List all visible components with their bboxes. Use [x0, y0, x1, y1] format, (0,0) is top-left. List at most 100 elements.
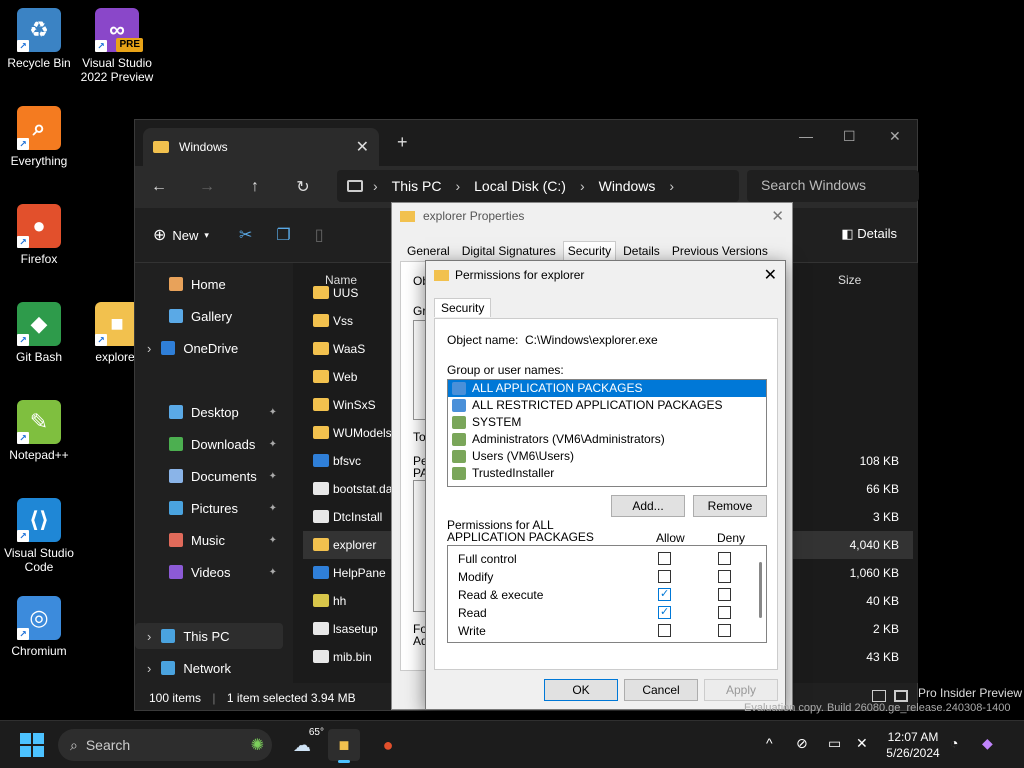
- bell-icon[interactable]: ◔: [950, 735, 958, 751]
- back-icon[interactable]: ←: [135, 178, 183, 196]
- sidebar-item-label: Pictures: [191, 500, 238, 516]
- group-user-list[interactable]: ALL APPLICATION PACKAGES ALL RESTRICTED A…: [447, 379, 767, 487]
- group-item[interactable]: SYSTEM: [448, 414, 766, 431]
- sidebar-item[interactable]: Documents ✦: [135, 463, 283, 489]
- allow-checkbox[interactable]: [658, 570, 671, 583]
- chevron-right-icon[interactable]: ›: [147, 629, 151, 644]
- properties-tab[interactable]: Digital Signatures: [457, 241, 561, 261]
- chevron-right-icon[interactable]: ›: [580, 178, 585, 194]
- properties-tab[interactable]: Details: [618, 241, 665, 261]
- copy-icon[interactable]: ❐: [276, 225, 290, 245]
- close-icon[interactable]: ✕: [771, 207, 784, 225]
- group-item[interactable]: ALL APPLICATION PACKAGES: [448, 380, 766, 397]
- details-view-icon[interactable]: [872, 690, 886, 702]
- breadcrumb-windows[interactable]: Windows: [599, 178, 656, 194]
- tiles-view-icon[interactable]: [894, 690, 908, 702]
- allow-checkbox[interactable]: [658, 552, 671, 565]
- app-icon: ■ ↗: [95, 302, 139, 346]
- properties-tab[interactable]: Security: [562, 241, 617, 261]
- sidebar-item[interactable]: Music ✦: [135, 527, 283, 553]
- desktop-icon[interactable]: ⌕ ↗ Everything: [0, 106, 78, 168]
- desktop-icon[interactable]: ● ↗ Firefox: [0, 204, 78, 266]
- add-button[interactable]: Add...: [611, 495, 685, 517]
- file-name: Web: [333, 370, 358, 384]
- deny-checkbox[interactable]: [718, 552, 731, 565]
- ok-button[interactable]: OK: [544, 679, 618, 701]
- details-button[interactable]: ◧ Details: [841, 226, 897, 242]
- tab-security[interactable]: Security: [434, 298, 492, 317]
- search-input[interactable]: Search Windows: [747, 170, 919, 202]
- maximize-icon[interactable]: ☐: [843, 128, 856, 145]
- desktop-icon[interactable]: ✎ ↗ Notepad++: [0, 400, 78, 462]
- desktop-icon[interactable]: ◎ ↗ Chromium: [0, 596, 78, 658]
- properties-tab[interactable]: General: [402, 241, 455, 261]
- deny-checkbox[interactable]: [718, 606, 731, 619]
- breadcrumb-this-pc[interactable]: This PC: [392, 178, 442, 194]
- group-item[interactable]: Users (VM6\Users): [448, 448, 766, 465]
- cut-icon[interactable]: ✂: [239, 225, 252, 245]
- chevron-right-icon[interactable]: ›: [147, 661, 151, 676]
- permissions-list: Full control Modify Read & execute Read Writ…: [447, 545, 767, 643]
- new-tab-icon[interactable]: +: [397, 132, 408, 153]
- allow-checkbox[interactable]: [658, 587, 671, 601]
- chevron-up-icon[interactable]: ^: [766, 735, 773, 751]
- sidebar-item[interactable]: Downloads ✦: [135, 431, 283, 457]
- tab-windows[interactable]: Windows ✕: [143, 128, 379, 166]
- deny-checkbox[interactable]: [718, 588, 731, 601]
- group-item[interactable]: TrustedInstaller: [448, 465, 766, 482]
- copilot-icon[interactable]: ◆: [982, 735, 993, 752]
- close-icon[interactable]: ✕: [764, 265, 777, 285]
- chevron-right-icon[interactable]: ›: [669, 178, 674, 194]
- volume-mute-icon[interactable]: ✕: [856, 735, 868, 752]
- weather-widget[interactable]: ☁ 65°: [286, 727, 324, 761]
- taskbar-search[interactable]: ⌕ Search ✺: [58, 729, 272, 761]
- sidebar-item[interactable]: › OneDrive: [135, 335, 283, 361]
- display-icon[interactable]: ▭: [828, 735, 841, 752]
- taskbar-firefox[interactable]: ●: [372, 729, 404, 761]
- sidebar-item[interactable]: Home: [135, 271, 283, 297]
- paste-icon[interactable]: ▯: [315, 225, 324, 245]
- desktop-icon[interactable]: ∞ ↗ PRE Visual Studio 2022 Preview: [78, 8, 156, 84]
- deny-checkbox[interactable]: [718, 570, 731, 583]
- partial-label: To: [413, 430, 426, 444]
- group-item[interactable]: Administrators (VM6\Administrators): [448, 431, 766, 448]
- desktop-icon[interactable]: ⟨⟩ ↗ Visual Studio Code: [0, 498, 78, 574]
- chevron-right-icon[interactable]: ›: [373, 178, 378, 194]
- refresh-icon[interactable]: ↻: [279, 177, 327, 197]
- sidebar-item[interactable]: Pictures ✦: [135, 495, 283, 521]
- network-off-icon[interactable]: ⊘: [796, 735, 808, 752]
- close-window-icon[interactable]: ✕: [889, 128, 901, 145]
- chevron-right-icon[interactable]: ›: [147, 341, 151, 356]
- up-icon[interactable]: ↑: [231, 178, 279, 196]
- sidebar-item[interactable]: Gallery: [135, 303, 283, 329]
- forward-icon[interactable]: →: [183, 178, 231, 196]
- desktop-icon[interactable]: ♻ ↗ Recycle Bin: [0, 8, 78, 70]
- sidebar-item[interactable]: › This PC: [135, 623, 283, 649]
- clock[interactable]: 12:07 AM 5/26/2024: [880, 729, 946, 761]
- sidebar-item-icon: [169, 533, 183, 547]
- allow-checkbox[interactable]: [658, 624, 671, 637]
- new-button[interactable]: ⊕ New ▾: [153, 225, 209, 245]
- start-button[interactable]: [20, 733, 44, 757]
- sidebar-item[interactable]: Desktop ✦: [135, 399, 283, 425]
- sidebar-item[interactable]: › Network: [135, 655, 283, 681]
- close-tab-icon[interactable]: ✕: [356, 137, 369, 157]
- desktop-icon-label: Everything: [10, 154, 68, 168]
- group-item[interactable]: ALL RESTRICTED APPLICATION PACKAGES: [448, 397, 766, 414]
- desktop-icon[interactable]: ◆ ↗ Git Bash: [0, 302, 78, 364]
- deny-checkbox[interactable]: [718, 624, 731, 637]
- sidebar-item[interactable]: Videos ✦: [135, 559, 283, 585]
- allow-checkbox[interactable]: [658, 605, 671, 619]
- remove-button[interactable]: Remove: [693, 495, 767, 517]
- apply-button[interactable]: Apply: [704, 679, 778, 701]
- minimize-icon[interactable]: —: [799, 128, 813, 144]
- taskbar-file-explorer[interactable]: ■: [328, 729, 360, 763]
- breadcrumb-local-disk[interactable]: Local Disk (C:): [474, 178, 566, 194]
- deny-header: Deny: [717, 531, 746, 545]
- chevron-right-icon[interactable]: ›: [455, 178, 460, 194]
- address-bar[interactable]: › This PC › Local Disk (C:) › Windows ›: [337, 170, 739, 202]
- app-icon: ⟨⟩ ↗: [17, 498, 61, 542]
- properties-tab[interactable]: Previous Versions: [667, 241, 773, 261]
- cancel-button[interactable]: Cancel: [624, 679, 698, 701]
- scrollbar[interactable]: [759, 562, 762, 618]
